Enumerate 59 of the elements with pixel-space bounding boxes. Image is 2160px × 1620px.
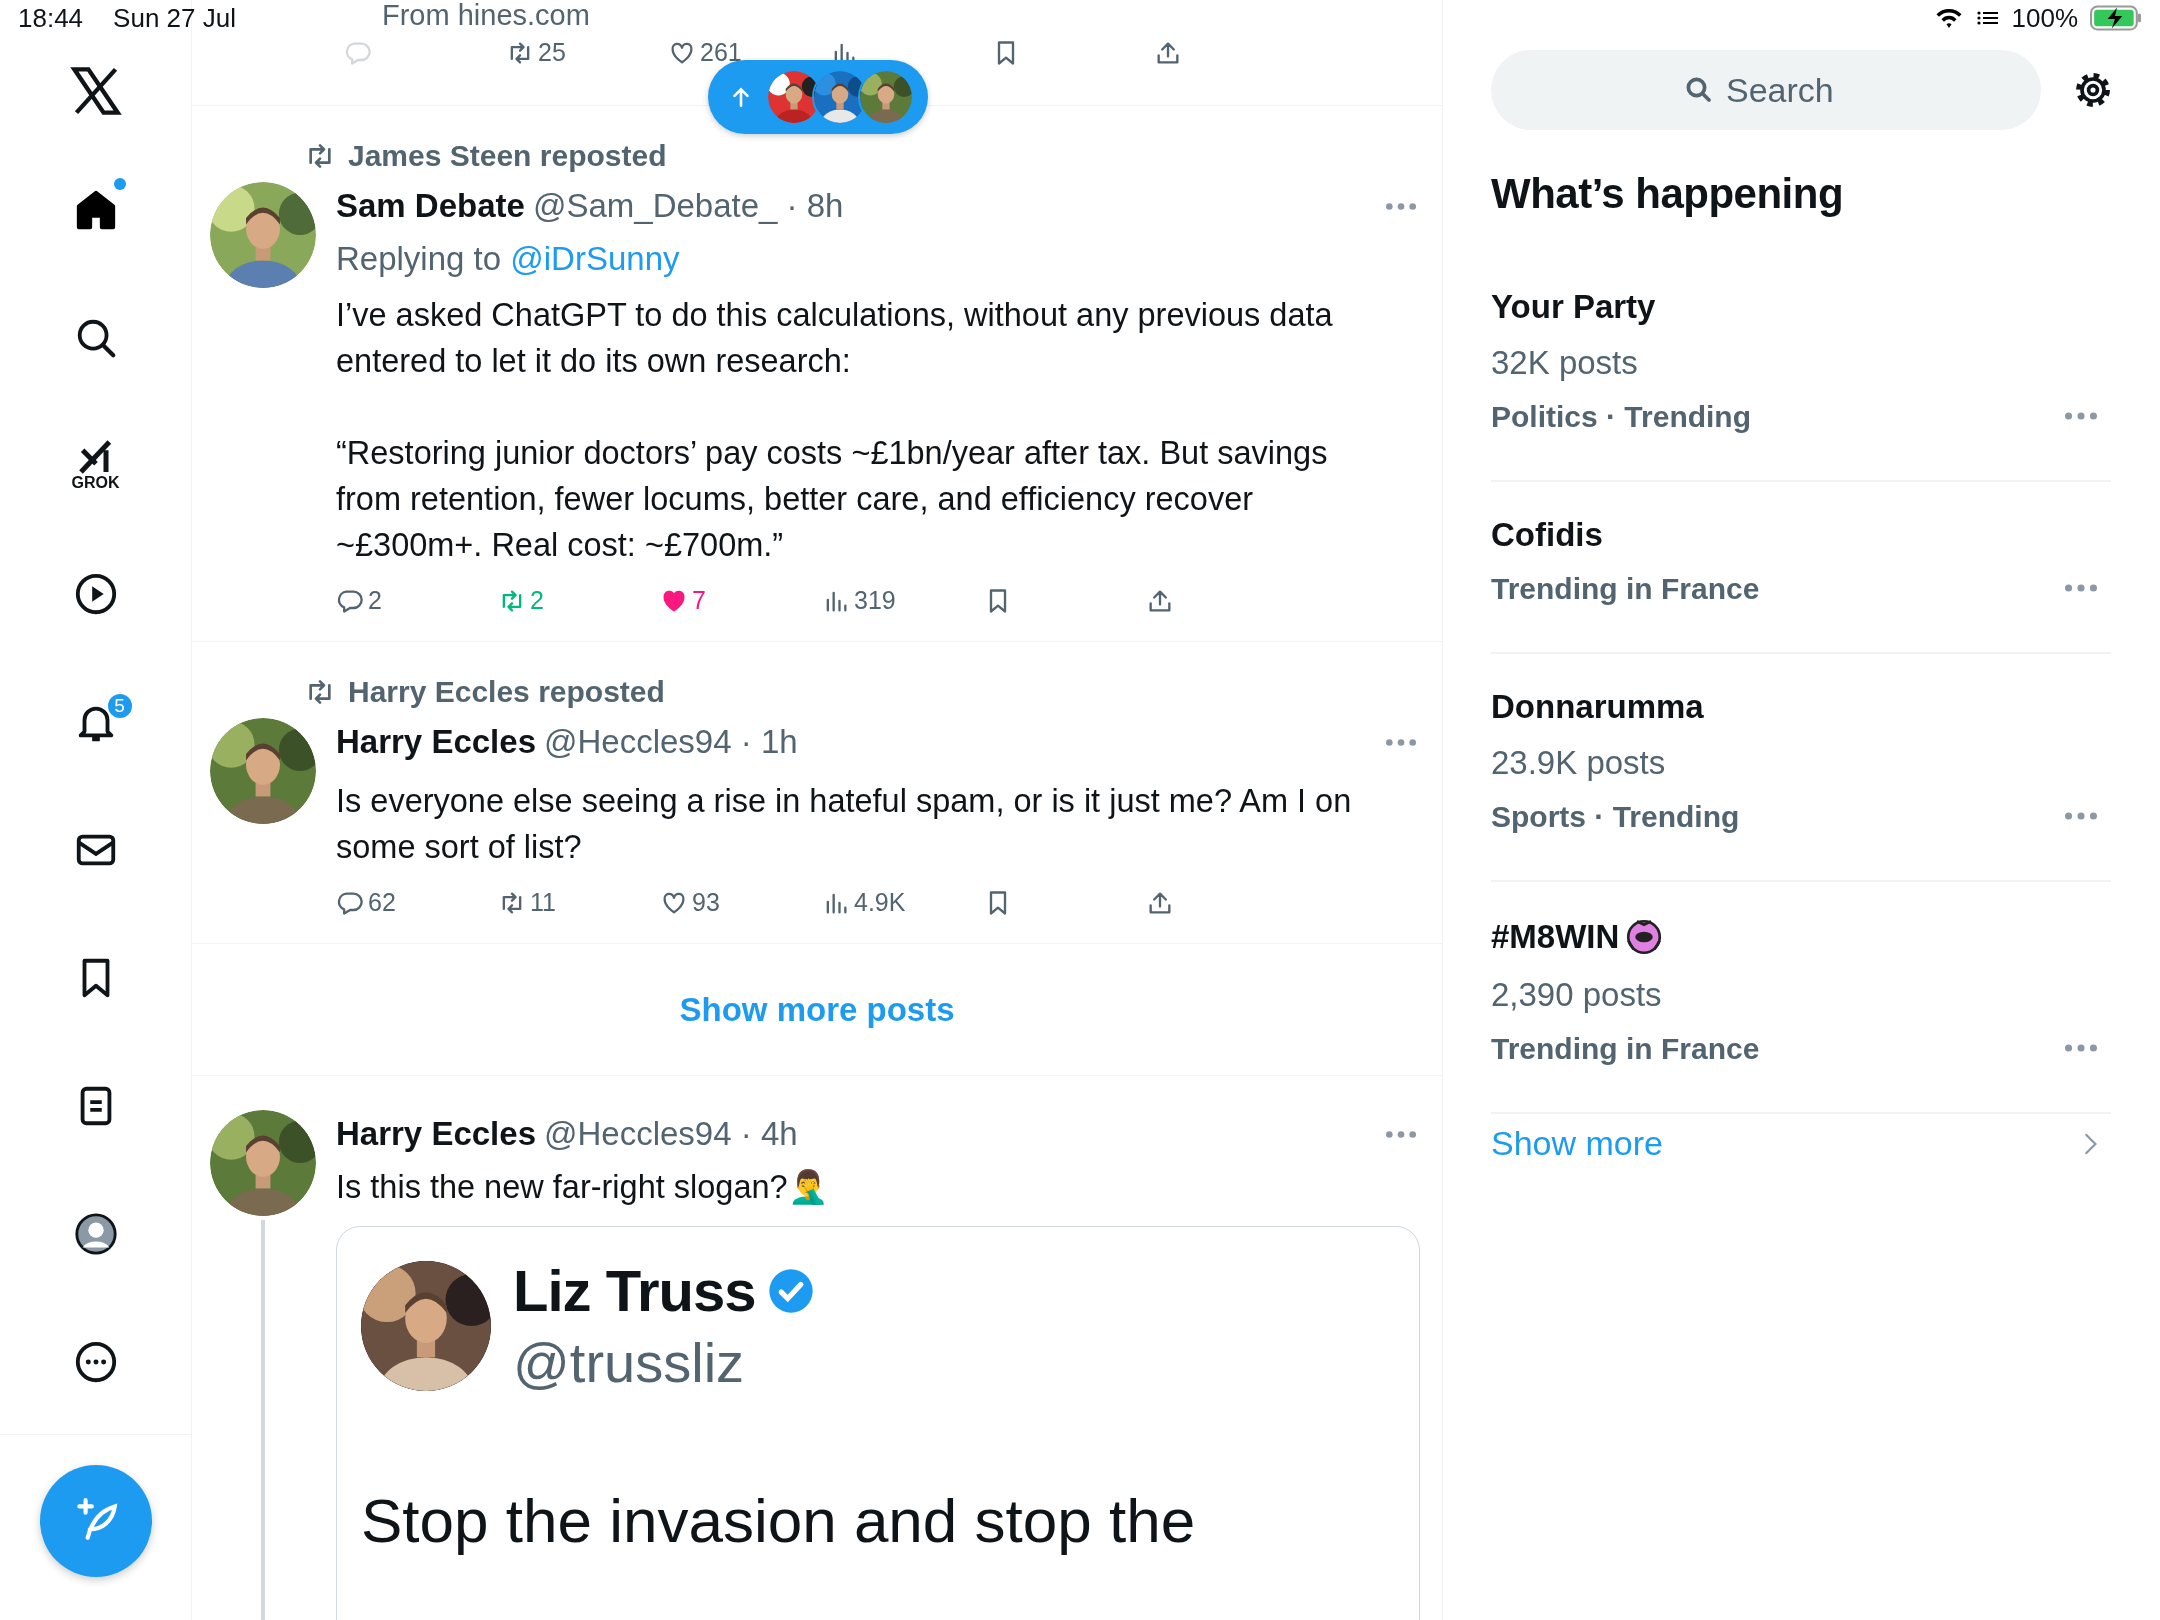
reply-button[interactable]: 2	[336, 586, 498, 615]
more-icon	[2065, 1044, 2097, 1052]
status-date: Sun 27 Jul	[113, 2, 236, 34]
post-text: Is everyone else seeing a rise in hateful spam, or is it just me? Am I on some sort of list?	[336, 782, 1353, 867]
like-button[interactable]: 93	[660, 888, 822, 917]
author-name[interactable]: Harry Eccles	[336, 1115, 536, 1153]
author-handle: @Sam_Debate_ · 8h	[532, 187, 844, 225]
repost-button[interactable]: 11	[498, 888, 660, 917]
trend-title[interactable]: Donnarumma	[1491, 688, 1704, 726]
section-title: What’s happening	[1491, 170, 1845, 218]
search-icon	[1684, 75, 1714, 105]
avatar-icon	[72, 1211, 119, 1257]
post-text: I’ve asked ChatGPT to do this calculations, without any previous data entered to let it do its own research:	[336, 296, 1334, 381]
views-button[interactable]: 319	[822, 586, 984, 615]
screenshot-post-text: Stop the invasion and stop the	[361, 1485, 1197, 1557]
author-name[interactable]: Harry Eccles	[336, 723, 536, 761]
author-handle: @Heccles94 · 1h	[544, 723, 798, 761]
screenshot-author-handle: @trussliz	[513, 1330, 746, 1395]
status-time: 18:44	[18, 2, 84, 34]
search-field[interactable]: Search	[1491, 50, 2041, 130]
like-button[interactable]: 7	[660, 586, 822, 615]
reposted-by: Harry Eccles reposted	[348, 675, 665, 709]
post-text: Is this the new far-right slogan?🤦‍♂	[336, 1168, 829, 1207]
more-icon	[1386, 738, 1416, 746]
battery-percent: 100%	[2011, 2, 2078, 34]
reply-button[interactable]: 62	[336, 888, 498, 917]
trend-context: Sports · Trending	[1491, 800, 1740, 834]
more-icon	[2065, 812, 2097, 820]
source-text: From hines.com	[381, 0, 591, 30]
more-icon	[2065, 412, 2097, 420]
more-icon	[2065, 584, 2097, 592]
screenshot-author-name: Liz Truss	[513, 1257, 756, 1324]
trend-title[interactable]: #M8WIN	[1491, 918, 1620, 956]
more-icon	[1386, 1130, 1416, 1138]
trend-title[interactable]: Your Party	[1491, 288, 1656, 326]
author-handle: @Heccles94 · 4h	[544, 1115, 798, 1153]
post-count: 32K posts	[1491, 344, 1638, 382]
new-posts-toast[interactable]	[708, 60, 928, 134]
author-name[interactable]: Sam Debate	[336, 187, 525, 225]
search-input[interactable]: Search	[1724, 69, 1848, 111]
replying-to-text: Replying to	[336, 240, 502, 277]
trend-context: Trending in France	[1491, 1032, 1760, 1066]
grok-nav-link[interactable]: GROK	[45, 402, 146, 530]
notification-count: 5	[105, 692, 134, 720]
reposted-by: James Steen reposted	[348, 139, 667, 173]
views-button[interactable]: 4.9K	[822, 888, 984, 917]
trend-title[interactable]: Cofidis	[1491, 516, 1603, 554]
repost-button[interactable]: 25	[506, 38, 668, 67]
trend-context: Trending in France	[1491, 572, 1760, 606]
like-button[interactable]: 261	[668, 38, 830, 67]
post-count: 2,390 posts	[1491, 976, 1662, 1014]
trend-context: Politics · Trending	[1491, 400, 1752, 434]
new-posts-dot	[113, 178, 126, 190]
battery-icon	[2090, 5, 2142, 31]
logo-icon	[69, 65, 122, 117]
post-count: 23.9K posts	[1491, 744, 1666, 782]
more-icon	[1386, 202, 1416, 210]
compose-button[interactable]	[39, 1465, 152, 1577]
post-text: “Restoring junior doctors’ pay costs ~£1bn/year after tax. But savings from retention, fewer locums, better care, and efficiency recover ~£300m+. Real cost: ~£700m.”	[336, 434, 1329, 565]
